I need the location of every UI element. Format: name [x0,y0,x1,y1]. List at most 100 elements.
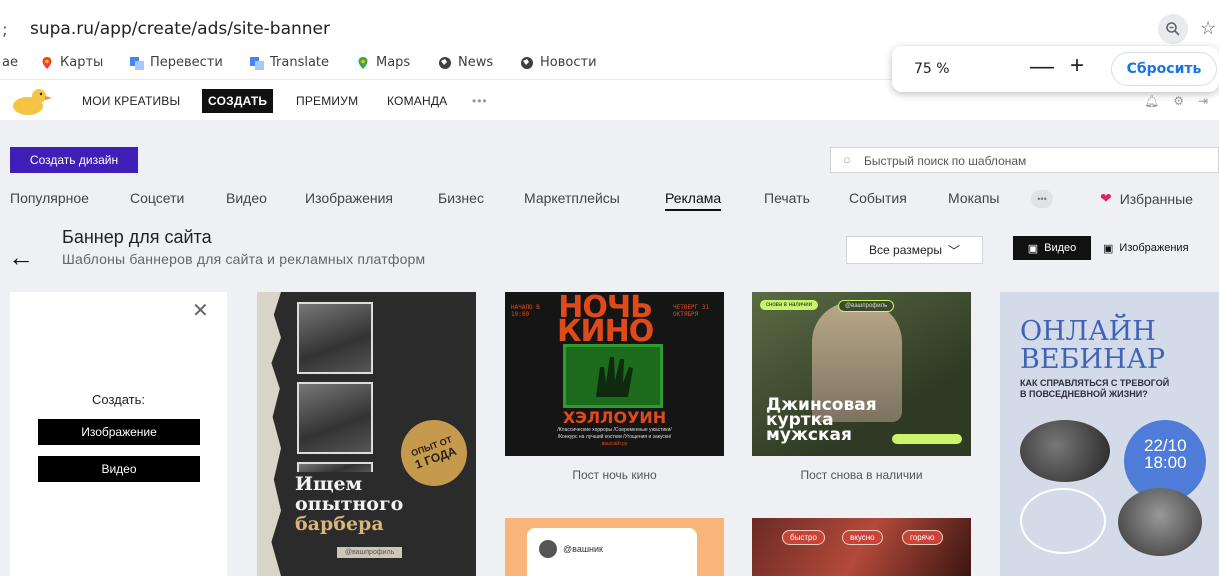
nav-team[interactable]: КОМАНДА [387,94,447,108]
zoom-icon[interactable] [1158,14,1188,44]
back-arrow-icon[interactable]: ← [8,242,34,273]
nav-premium[interactable]: ПРЕМИУМ [296,94,358,108]
size-filter-dropdown[interactable]: Все размеры ﹀ [846,236,983,264]
avatar [539,540,557,558]
nav-more-icon[interactable]: ••• [472,94,488,108]
barber-photo [297,302,373,374]
categories-more-button[interactable]: ••• [1031,190,1053,208]
food-tag: вкусно [842,530,883,545]
bookmark-label: Maps [376,55,411,70]
logout-icon[interactable]: ⇥ [1198,94,1208,108]
bookmark-item[interactable]: News [438,55,493,70]
create-panel-label: Создать: [91,392,145,407]
template-card-webinar[interactable]: ОНЛАЙН ВЕБИНАР КАК СПРАВЛЯТЬСЯ С ТРЕВОГО… [1000,292,1219,576]
address-bar[interactable]: ; supa.ru/app/create/ads/site-banner ☆ [0,12,1219,46]
time-line: 18:00 [1144,453,1187,472]
category-business[interactable]: Бизнес [438,190,484,206]
bookmark-item[interactable]: ае [2,55,18,70]
barber-headline: Ищем опытного барбера [295,474,403,534]
zoom-reset-button[interactable]: Сбросить [1111,52,1217,86]
film-icon: ▣ [1027,242,1039,255]
bell-icon[interactable]: 🔔︎ [1144,94,1159,108]
bookmark-label: ае [2,55,18,70]
close-icon[interactable]: ✕ [192,298,209,323]
title-line: ВЕБИНАР [1020,344,1166,375]
profile-pill: @вашпрофиль [838,300,895,312]
template-card-food[interactable]: быстро вкусно горячо [752,518,971,576]
duck-logo-icon[interactable] [8,86,52,116]
food-tag: быстро [782,530,825,545]
favorites-link[interactable]: ❤ Избранные [1100,190,1193,207]
bookmark-item[interactable]: Maps [356,55,410,70]
category-print[interactable]: Печать [764,190,810,206]
zoom-in-button[interactable]: + [1070,52,1084,80]
start-time-text: НАЧАЛО В 19:00 [511,304,540,318]
image-icon: ▣ [1103,242,1114,255]
social-post-box: @вашник [527,528,697,576]
detail-line: /Конкурс на лучший костюм /Угощения и за… [557,434,672,440]
zoom-popup: 75 % — + Сбросить [892,46,1219,92]
template-card-barber[interactable]: ОПЫТ ОТ 1 ГОДА Ищем опытного барбера @ва… [257,292,476,576]
category-marketplaces[interactable]: Маркетплейсы [524,190,620,206]
category-video[interactable]: Видео [226,190,267,206]
image-filter-label: Изображения [1119,242,1189,254]
create-design-button[interactable]: Создать дизайн [10,147,138,173]
globe-icon [521,56,533,69]
stock-pill: снова в наличии [760,300,818,310]
question-line: КАК СПРАВЛЯТЬСЯ С ТРЕВОГОЙ [1020,378,1170,388]
bookmark-label: News [458,55,494,70]
category-events[interactable]: События [849,190,907,206]
bookmark-star-icon[interactable]: ☆ [1200,18,1216,39]
webinar-date: 22/10 18:00 [1144,437,1187,471]
video-filter-label: Видео [1044,242,1077,254]
bookmark-item[interactable]: Карты [40,55,103,70]
create-panel: ✕ Создать: Изображение Видео [10,292,227,576]
barber-photo [297,462,373,472]
nav-create[interactable]: СОЗДАТЬ [202,89,274,113]
jeans-headline: Джинсовая куртка мужская [766,397,877,445]
headline-line: мужская [766,425,852,445]
category-ads[interactable]: Реклама [665,190,722,211]
create-video-button[interactable]: Видео [38,456,200,482]
video-filter-toggle[interactable]: ▣ Видео [1013,236,1091,260]
category-popular[interactable]: Популярное [10,190,89,206]
social-handle: @вашник [563,544,603,554]
barber-handle: @вашпрофиль [337,547,403,558]
maps-pin-icon [358,56,368,69]
date-line: 22/10 [1144,436,1187,455]
headline-line: Ищем [295,473,363,495]
bookmark-label: Translate [270,55,330,70]
template-card-night-cinema[interactable]: НАЧАЛО В 19:00 ЧЕТВЕРГ 31 ОКТЯБРЯ НОЧЬ К… [505,292,724,456]
category-social[interactable]: Соцсети [130,190,184,206]
title-line: КИНО [557,314,654,349]
chevron-down-icon: ﹀ [947,243,960,258]
zoom-level: 75 % [914,61,950,77]
maps-pin-icon [42,56,52,69]
favorites-label: Избранные [1119,190,1193,207]
site-text: вашсайт.ру [601,441,628,447]
title-line: ОНЛАЙН [1020,316,1156,347]
category-mockups[interactable]: Мокапы [948,190,999,206]
headline-line: опытного [295,493,404,515]
url-text[interactable]: supa.ru/app/create/ads/site-banner [30,19,330,39]
category-images[interactable]: Изображения [305,190,393,206]
url-prefix: ; [2,20,8,40]
bookmark-item[interactable]: Новости [520,55,597,70]
page-subtitle: Шаблоны баннеров для сайта и рекламных п… [62,251,426,267]
detail-line: /Классические хорроры /Современные ужаст… [557,427,672,433]
globe-icon [439,56,451,69]
gear-icon[interactable]: ⚙ [1173,94,1184,108]
webinar-question: КАК СПРАВЛЯТЬСЯ С ТРЕВОГОЙ В ПОВСЕДНЕВНО… [1020,378,1169,400]
template-card-jeans[interactable]: снова в наличии @вашпрофиль Джинсовая ку… [752,292,971,456]
nav-my-creatives[interactable]: МОИ КРЕАТИВЫ [82,94,180,108]
template-card-social[interactable]: @вашник [505,518,724,576]
create-image-button[interactable]: Изображение [38,419,200,445]
card-caption: Пост ночь кино [572,468,657,482]
heart-icon: ❤ [1100,190,1112,206]
bookmark-item[interactable]: Перевести [130,55,223,70]
bookmark-item[interactable]: Translate [250,55,329,70]
food-tag: горячо [902,530,943,545]
image-filter-toggle[interactable]: ▣ Изображения [1103,236,1215,260]
template-search-input[interactable]: ○ Быстрый поиск по шаблонам [830,147,1219,173]
zoom-out-button[interactable]: — [1030,53,1054,81]
